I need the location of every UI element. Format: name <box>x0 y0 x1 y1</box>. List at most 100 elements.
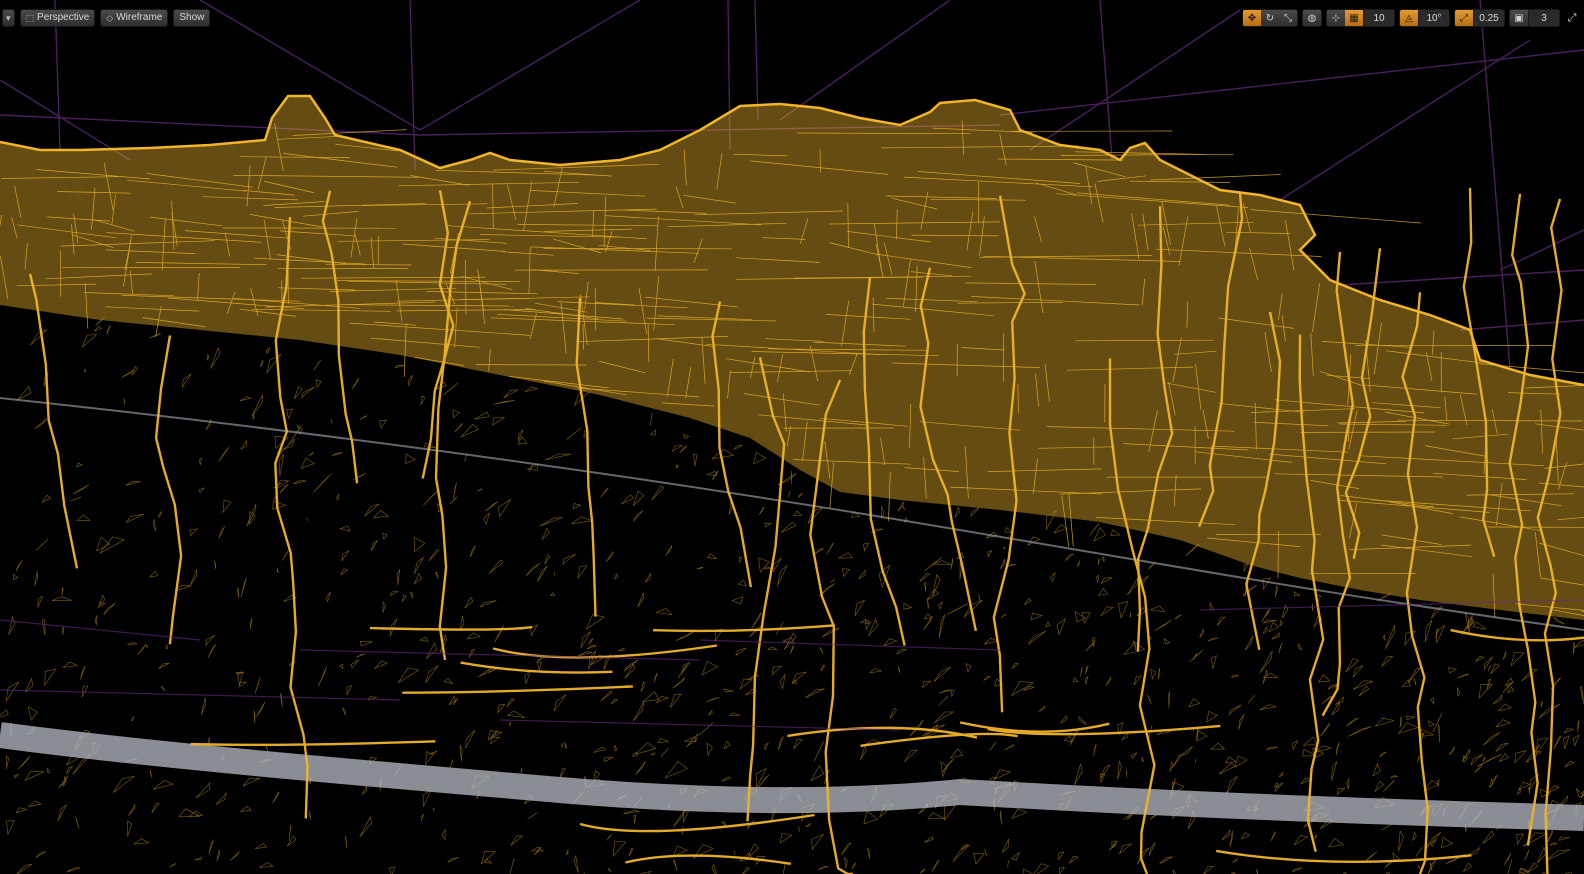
vein-line <box>625 854 792 865</box>
mesh-triangle <box>1074 763 1083 786</box>
mesh-triangle <box>66 766 74 774</box>
camera-icon[interactable]: ▣ <box>1510 10 1528 26</box>
mesh-triangle <box>1475 655 1485 662</box>
mesh-triangle <box>889 707 897 719</box>
mesh-triangle <box>356 653 366 658</box>
mesh-triangle <box>158 511 163 519</box>
world-globe-icon[interactable]: ◍ <box>1303 10 1321 26</box>
viewport-options-button[interactable]: ▾ <box>2 9 15 27</box>
maximize-viewport-icon[interactable]: ⤢ <box>1564 10 1580 26</box>
mesh-triangle <box>610 698 619 705</box>
mesh-triangle <box>435 571 439 579</box>
scale-snap-icon[interactable]: ⤢ <box>1455 10 1473 26</box>
mesh-triangle <box>1271 632 1281 640</box>
mesh-triangle <box>939 689 952 694</box>
wireframe-scene[interactable] <box>0 0 1584 874</box>
mesh-triangle <box>571 516 593 525</box>
mesh-triangle <box>1380 824 1392 831</box>
mesh-triangle <box>17 756 31 770</box>
mesh-triangle <box>1059 866 1066 874</box>
show-button[interactable]: Show <box>173 9 211 27</box>
mesh-triangle <box>952 844 971 862</box>
mesh-triangle <box>229 851 240 861</box>
mesh-triangle <box>1000 558 1006 569</box>
scale-icon[interactable]: ⤡ <box>1279 10 1297 26</box>
gray-road-band <box>0 722 1584 831</box>
mesh-triangle <box>1564 760 1575 768</box>
mesh-triangle <box>508 721 512 727</box>
grid-snap-value[interactable]: 10 <box>1363 10 1394 26</box>
mesh-triangle <box>973 852 986 865</box>
mesh-triangle <box>554 571 556 576</box>
mesh-triangle <box>1527 862 1538 873</box>
perspective-button[interactable]: ⬚ Perspective <box>19 9 96 27</box>
mesh-triangle <box>342 707 346 716</box>
scale-snap-value[interactable]: 0.25 <box>1473 10 1504 26</box>
mesh-triangle <box>965 663 972 673</box>
mesh-triangle <box>1030 612 1043 621</box>
vein-line <box>959 721 1110 733</box>
mesh-triangle <box>1524 849 1530 861</box>
mesh-triangle <box>1506 686 1515 694</box>
rotation-snap-value[interactable]: 10° <box>1418 10 1449 26</box>
mesh-triangle <box>1229 830 1233 848</box>
mesh-triangle <box>919 573 931 582</box>
viewport-3d[interactable]: ▾ ⬚ Perspective ◇ Wireframe Show ✥ ↻ ⤡ ◍… <box>0 0 1584 874</box>
mesh-triangle <box>545 453 571 461</box>
mesh-triangle <box>1096 574 1100 583</box>
mesh-triangle <box>1292 867 1303 873</box>
view-mode-button[interactable]: ◇ Wireframe <box>100 9 169 27</box>
mesh-triangle <box>1572 734 1580 747</box>
mesh-triangle <box>394 364 405 369</box>
mesh-triangle <box>359 640 373 647</box>
mesh-triangle <box>1553 735 1562 750</box>
mesh-triangle <box>776 565 788 587</box>
mesh-triangle <box>66 867 81 873</box>
mesh-triangle <box>1033 863 1050 874</box>
translate-icon[interactable]: ✥ <box>1243 10 1261 26</box>
mesh-triangle <box>272 791 279 804</box>
mesh-triangle <box>308 451 314 457</box>
mesh-triangle <box>286 835 297 847</box>
scale-snap-group: ⤢ 0.25 <box>1454 9 1505 27</box>
mesh-triangle <box>210 346 221 369</box>
mesh-triangle <box>1148 842 1156 856</box>
grid-snap-group: ⊹ ▦ 10 <box>1326 9 1395 27</box>
mesh-triangle <box>830 579 836 583</box>
mesh-triangle <box>1514 750 1528 764</box>
mesh-triangle <box>239 806 252 813</box>
mesh-triangle <box>382 601 386 613</box>
mesh-triangle <box>1302 736 1318 746</box>
mesh-triangle <box>593 746 607 753</box>
mesh-triangle <box>1234 755 1248 768</box>
rotate-icon[interactable]: ↻ <box>1261 10 1279 26</box>
mesh-triangle <box>41 619 46 636</box>
mesh-triangle <box>1206 710 1218 723</box>
mesh-triangle <box>1247 694 1255 704</box>
mesh-triangle <box>389 591 399 597</box>
mesh-triangle <box>733 445 743 450</box>
surface-snap-icon[interactable]: ⊹ <box>1327 10 1345 26</box>
mesh-triangle <box>103 603 116 615</box>
mesh-triangle <box>813 740 825 762</box>
mesh-triangle <box>17 386 32 400</box>
mesh-triangle <box>747 674 760 681</box>
mesh-triangle <box>145 644 148 649</box>
mesh-triangle <box>632 510 644 522</box>
mesh-triangle <box>566 427 582 440</box>
mesh-triangle <box>497 703 506 714</box>
mesh-triangle <box>503 389 518 399</box>
mesh-triangle <box>706 697 720 702</box>
camera-speed-value[interactable]: 3 <box>1528 10 1559 26</box>
mesh-triangle <box>506 698 515 708</box>
mesh-triangle <box>371 540 378 551</box>
mesh-triangle <box>27 800 42 808</box>
vein-line <box>652 624 835 633</box>
mesh-triangle <box>301 386 315 399</box>
mesh-triangle <box>520 767 523 774</box>
rotation-snap-icon[interactable]: ◬ <box>1400 10 1418 26</box>
mesh-triangle <box>764 522 773 528</box>
mesh-triangle <box>637 592 645 608</box>
mesh-triangle <box>924 582 927 592</box>
grid-snap-icon[interactable]: ▦ <box>1345 10 1363 26</box>
